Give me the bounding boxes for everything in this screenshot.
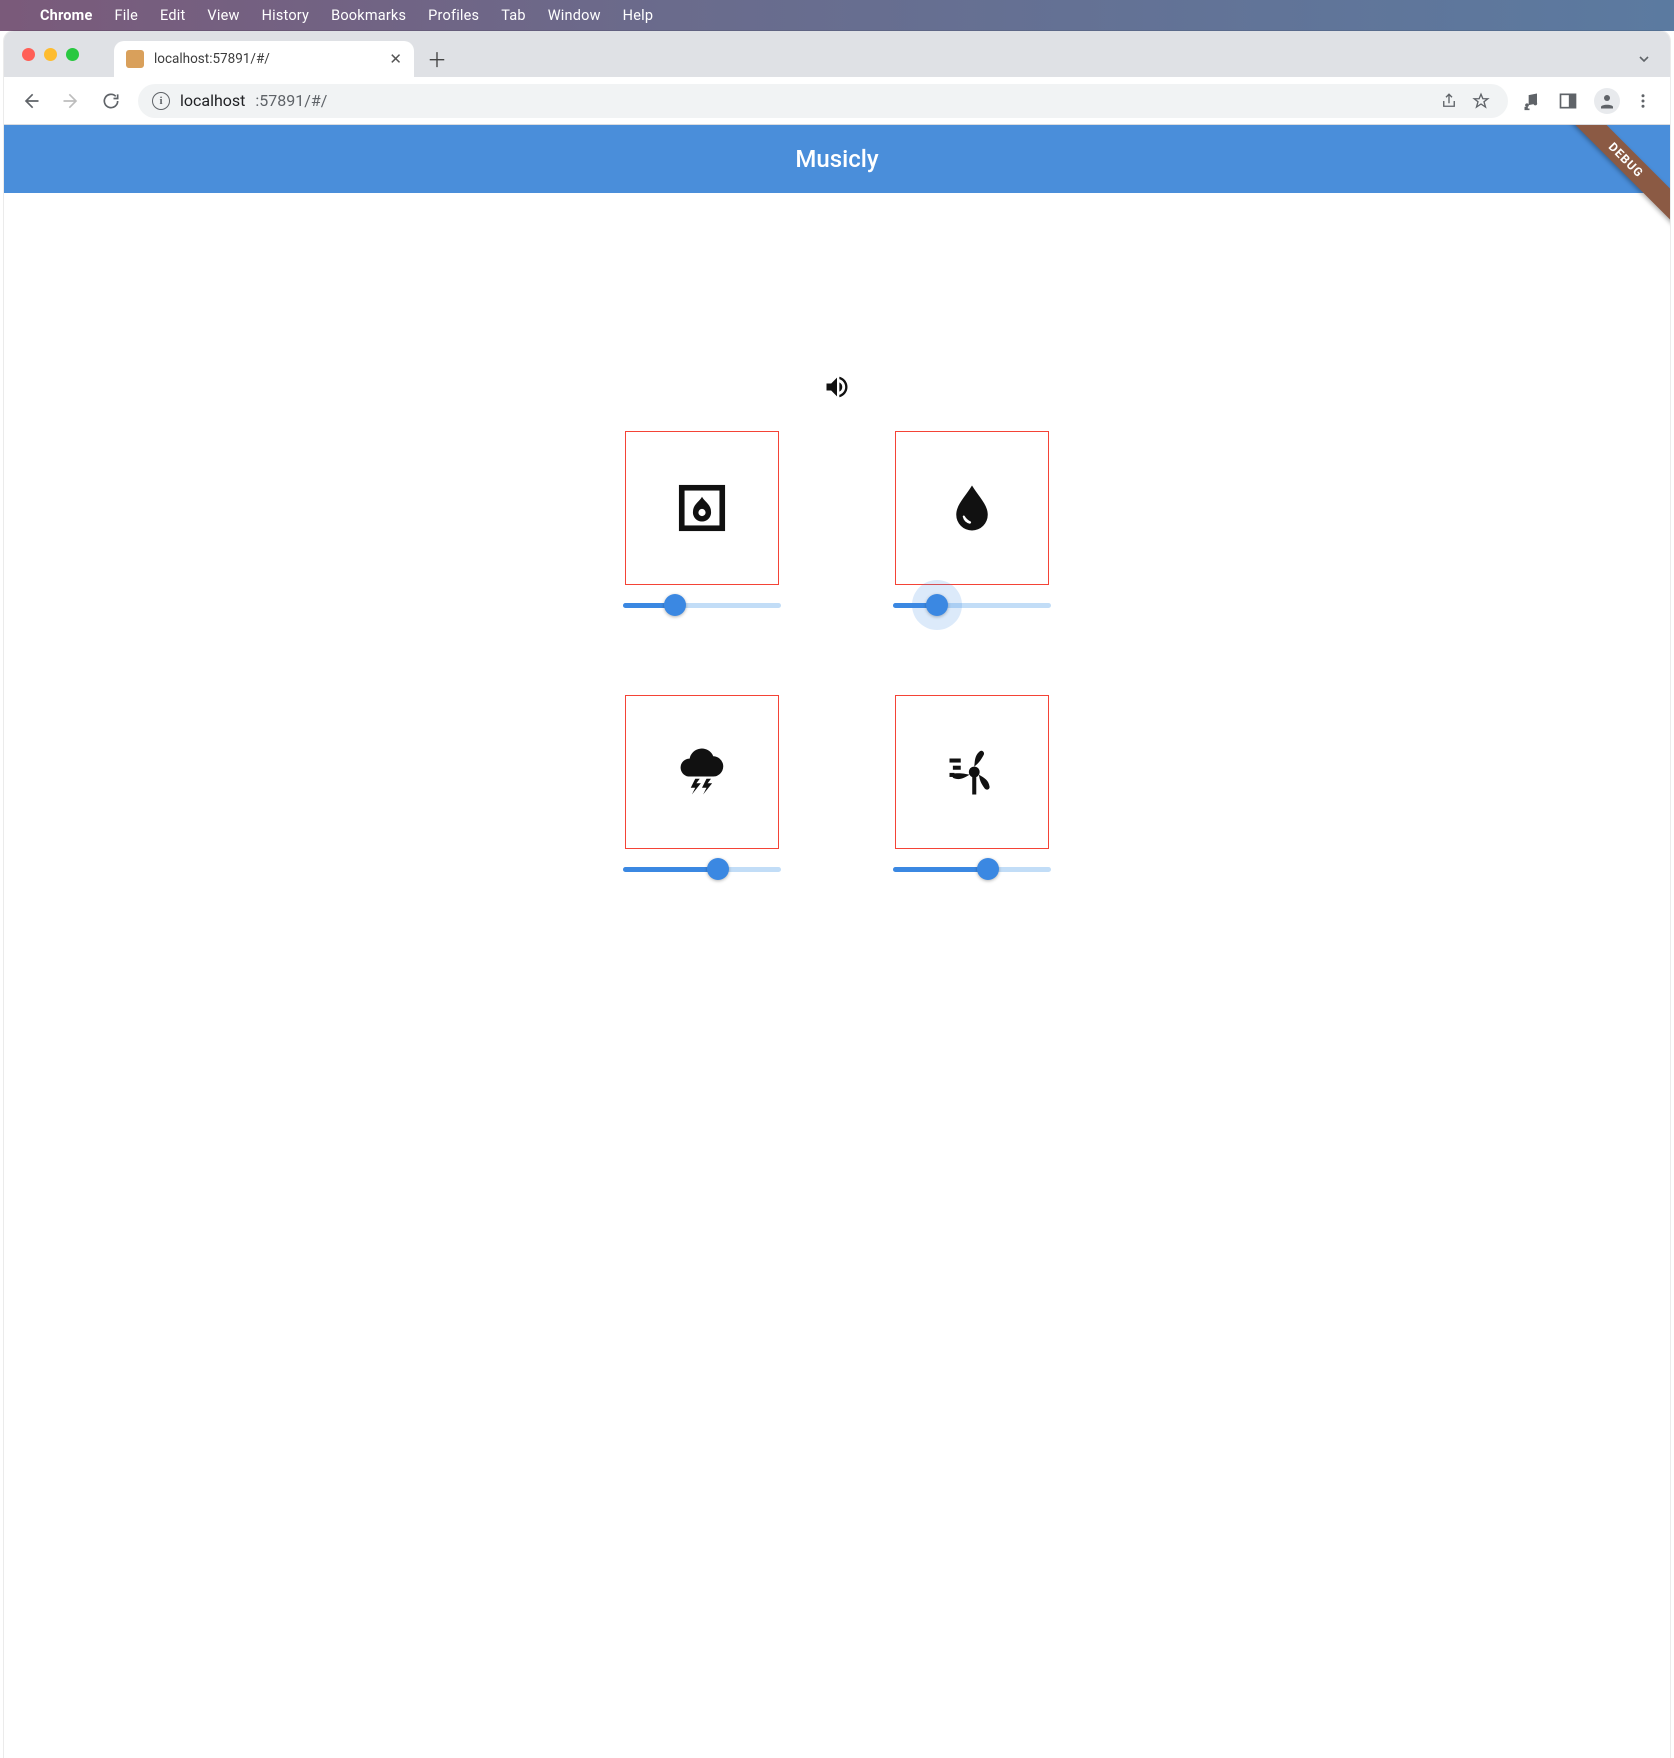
volume-slider-storm[interactable]: [623, 849, 781, 889]
kebab-menu-icon[interactable]: [1634, 92, 1656, 110]
app-title: Musicly: [795, 145, 878, 173]
share-icon[interactable]: [1440, 92, 1462, 110]
sound-cell-fireplace: [622, 431, 782, 625]
url-path: :57891/#/: [255, 91, 327, 110]
sound-cell-wind: [892, 695, 1052, 889]
wind-turbine-icon: [945, 745, 999, 799]
slider-thumb[interactable]: [707, 858, 729, 880]
media-control-icon[interactable]: [1522, 91, 1544, 111]
app-viewport: Musicly DEBUG: [4, 125, 1670, 1758]
app-bar: Musicly: [4, 125, 1670, 193]
sound-card-water[interactable]: [895, 431, 1049, 585]
menu-bookmarks[interactable]: Bookmarks: [331, 7, 406, 24]
master-volume-button[interactable]: [823, 373, 851, 401]
app-content: [4, 193, 1670, 889]
close-window-button[interactable]: [22, 48, 35, 61]
menu-tab[interactable]: Tab: [501, 7, 525, 24]
browser-toolbar: i localhost :57891/#/: [4, 77, 1670, 125]
minimize-window-button[interactable]: [44, 48, 57, 61]
sound-cell-storm: [622, 695, 782, 889]
bookmark-icon[interactable]: [1472, 92, 1494, 110]
browser-tab[interactable]: localhost:57891/#/ ✕: [114, 41, 414, 77]
menu-app[interactable]: Chrome: [40, 7, 92, 24]
menu-edit[interactable]: Edit: [160, 7, 185, 24]
site-info-icon[interactable]: i: [152, 92, 170, 110]
sound-card-storm[interactable]: [625, 695, 779, 849]
window-controls: [22, 48, 79, 61]
volume-slider-fireplace[interactable]: [623, 585, 781, 625]
sound-cell-water: [892, 431, 1052, 625]
tab-overflow-button[interactable]: [1636, 51, 1652, 67]
sound-card-fireplace[interactable]: [625, 431, 779, 585]
profile-avatar[interactable]: [1594, 88, 1620, 114]
menu-window[interactable]: Window: [548, 7, 601, 24]
favicon-icon: [126, 50, 144, 68]
tab-title: localhost:57891/#/: [154, 51, 270, 67]
address-bar[interactable]: i localhost :57891/#/: [138, 84, 1508, 118]
url-host: localhost: [180, 91, 245, 110]
side-panel-icon[interactable]: [1558, 91, 1580, 111]
chrome-window: localhost:57891/#/ ✕ ＋ i localhost:57891…: [4, 31, 1670, 1758]
forward-button[interactable]: [58, 88, 84, 114]
menu-help[interactable]: Help: [623, 7, 654, 24]
menu-history[interactable]: History: [262, 7, 310, 24]
volume-slider-water[interactable]: [893, 585, 1051, 625]
slider-thumb[interactable]: [926, 594, 948, 616]
new-tab-button[interactable]: ＋: [422, 43, 452, 73]
reload-button[interactable]: [98, 88, 124, 114]
slider-thumb[interactable]: [664, 594, 686, 616]
water-drop-icon: [945, 481, 999, 535]
slider-thumb[interactable]: [977, 858, 999, 880]
fireplace-icon: [675, 481, 729, 535]
back-button[interactable]: [18, 88, 44, 114]
menu-profiles[interactable]: Profiles: [428, 7, 479, 24]
menu-view[interactable]: View: [207, 7, 239, 24]
volume-slider-wind[interactable]: [893, 849, 1051, 889]
sound-card-wind[interactable]: [895, 695, 1049, 849]
tabstrip: localhost:57891/#/ ✕ ＋: [4, 31, 1670, 77]
storm-icon: [675, 745, 729, 799]
close-tab-button[interactable]: ✕: [389, 50, 402, 68]
volume-up-icon: [823, 373, 851, 401]
menu-file[interactable]: File: [114, 7, 138, 24]
zoom-window-button[interactable]: [66, 48, 79, 61]
mac-menubar: Chrome File Edit View History Bookmarks …: [0, 0, 1674, 31]
